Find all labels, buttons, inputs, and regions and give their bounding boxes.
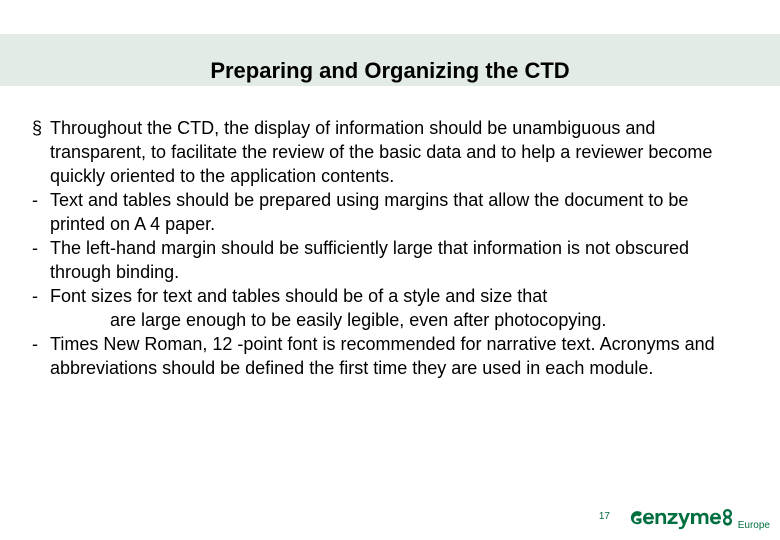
brand-logo: Europe bbox=[628, 504, 770, 532]
bullet-marker: - bbox=[32, 188, 50, 236]
bullet-text: Text and tables should be prepared using… bbox=[50, 188, 740, 236]
bullet-text: The left-hand margin should be sufficien… bbox=[50, 236, 740, 284]
bullet-marker: - bbox=[32, 236, 50, 284]
slide-title: Preparing and Organizing the CTD bbox=[0, 58, 780, 84]
content-area: § Throughout the CTD, the display of inf… bbox=[32, 116, 740, 380]
slide: Preparing and Organizing the CTD § Throu… bbox=[0, 0, 780, 540]
list-item: § Throughout the CTD, the display of inf… bbox=[32, 116, 740, 188]
bullet-text: Throughout the CTD, the display of infor… bbox=[50, 116, 740, 188]
list-item: - Times New Roman, 12 -point font is rec… bbox=[32, 332, 740, 380]
bullet-text: Font sizes for text and tables should be… bbox=[50, 284, 606, 332]
brand-region: Europe bbox=[738, 520, 770, 531]
bullet-marker: - bbox=[32, 332, 50, 380]
genzyme-logo-icon bbox=[628, 504, 736, 532]
page-number: 17 bbox=[599, 511, 610, 522]
bullet-marker: - bbox=[32, 284, 50, 332]
bullet-marker: § bbox=[32, 116, 50, 188]
bullet-text-line2: are large enough to be easily legible, e… bbox=[50, 308, 606, 332]
bullet-text: Times New Roman, 12 -point font is recom… bbox=[50, 332, 740, 380]
bullet-text-line1: Font sizes for text and tables should be… bbox=[50, 286, 547, 306]
list-item: - Font sizes for text and tables should … bbox=[32, 284, 740, 332]
list-item: - The left-hand margin should be suffici… bbox=[32, 236, 740, 284]
list-item: - Text and tables should be prepared usi… bbox=[32, 188, 740, 236]
